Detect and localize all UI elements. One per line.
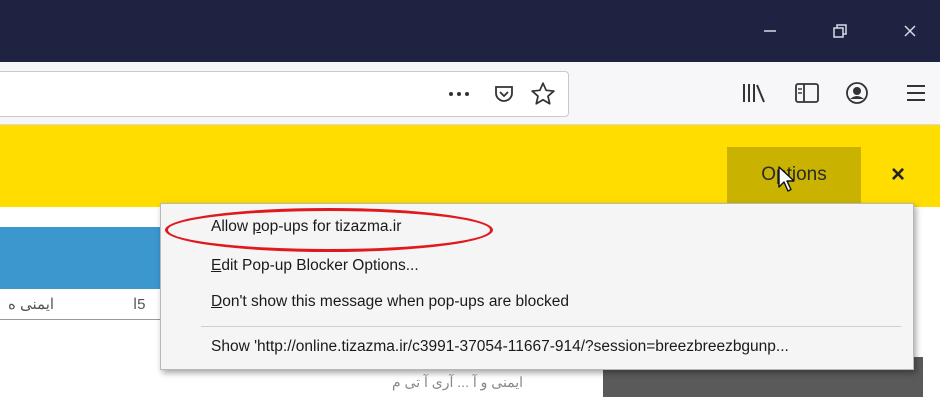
options-menu: Allow pop-ups for tizazma.ir Edit Pop-up… [160,203,914,370]
menu-item-edit-accel: E [211,257,222,274]
menu-item-allow-post: op-ups for tizazma.ir [260,218,402,235]
menu-item-dont-accel: D [211,293,223,310]
close-window-button[interactable] [880,0,940,62]
library-icon[interactable] [741,81,767,105]
minimize-icon [764,30,776,32]
menu-separator [201,326,901,327]
menu-item-dont-show-message[interactable]: Don't show this message when pop-ups are… [211,293,569,311]
menu-icon[interactable] [905,82,927,104]
menu-item-edit-post: dit Pop-up Blocker Options... [221,257,419,274]
mouse-cursor-icon [778,166,795,192]
menu-item-show-post: Show 'http://online.tizazma.ir/c3991-370… [211,338,789,355]
page-text-a: ایمنی ه [8,296,55,313]
restore-button[interactable] [810,0,870,62]
sidebar-icon[interactable] [794,81,820,105]
menu-item-edit-blocker-options[interactable]: Edit Pop-up Blocker Options... [211,257,419,275]
menu-item-allow-accel: p [252,218,261,235]
options-label-pre: O [761,164,777,185]
bookmark-star-icon[interactable] [530,81,556,107]
title-bar [0,0,940,62]
menu-item-allow-popups[interactable]: Allow pop-ups for tizazma.ir [211,218,401,236]
minimize-button[interactable] [740,0,800,62]
page-faint-text: ایمنی و آ ... آری آ تی م [392,374,524,390]
account-icon[interactable] [845,81,869,105]
restore-icon [833,24,847,38]
menu-item-dont-post: on't show this message when pop-ups are … [222,293,569,310]
notification-close-button[interactable]: × [878,155,918,195]
page-text-b: 5ا [133,296,146,313]
menu-item-show-popup-url[interactable]: Show 'http://online.tizazma.ir/c3991-370… [211,338,789,356]
pocket-icon[interactable] [492,82,516,106]
url-bar[interactable] [0,71,569,117]
close-icon [904,25,916,37]
navigation-toolbar [0,62,940,125]
popup-blocked-notification-bar: Options × [0,125,940,207]
more-icon[interactable] [447,86,471,102]
menu-item-allow-pre: Allow [211,218,253,235]
page-divider [0,319,170,320]
